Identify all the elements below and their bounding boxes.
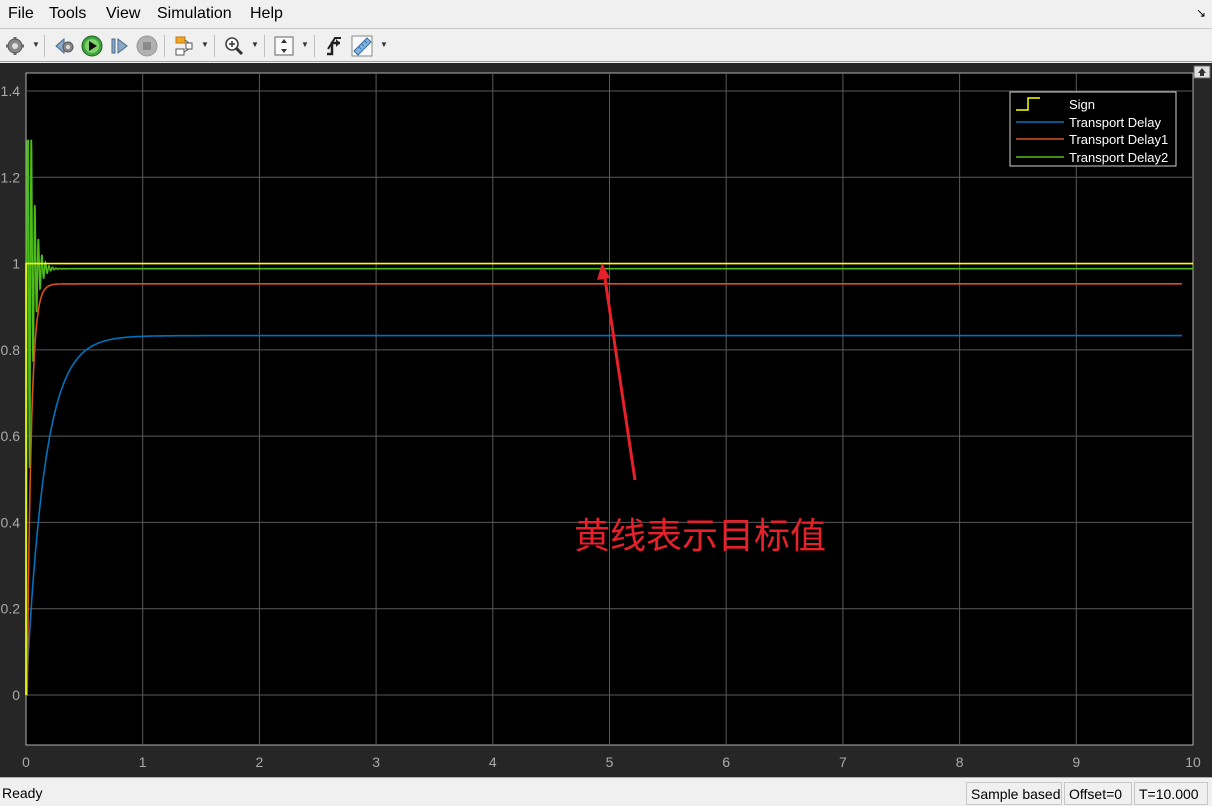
highlight-block-button[interactable] <box>172 34 196 58</box>
y-tick-label: 1 <box>12 256 20 272</box>
step-forward-button[interactable] <box>107 34 131 58</box>
status-text: Ready <box>2 785 43 801</box>
step-back-button[interactable] <box>53 34 77 58</box>
triggers-icon <box>327 37 341 56</box>
x-tick-label: 4 <box>489 754 497 770</box>
y-tick-label: 0 <box>12 687 20 703</box>
legend-label-transport-delay1: Transport Delay1 <box>1069 132 1168 147</box>
config-properties-button[interactable] <box>3 34 27 58</box>
zoom-in-icon <box>225 37 244 56</box>
x-tick-label: 7 <box>839 754 847 770</box>
x-tick-label: 3 <box>372 754 380 770</box>
scale-dropdown-icon[interactable]: ▼ <box>301 40 309 49</box>
expand-axes-button[interactable] <box>1193 65 1211 79</box>
scale-axes-button[interactable] <box>272 34 296 58</box>
offset-indicator: Offset=0 <box>1064 782 1132 805</box>
toolbar: ▼ ▼ ▼ ▼ ▼ <box>0 30 1212 62</box>
x-tick-label: 9 <box>1072 754 1080 770</box>
highlight-model-icon <box>175 36 193 56</box>
scale-axes-icon <box>274 36 294 56</box>
step-forward-icon <box>111 37 128 55</box>
measure-icon <box>351 35 373 57</box>
stop-button[interactable] <box>135 34 159 58</box>
x-tick-label: 1 <box>139 754 147 770</box>
x-tick-label: 0 <box>22 754 30 770</box>
gear-icon <box>6 37 24 55</box>
scope-chart[interactable]: 0 0.2 0.4 0.6 0.8 1 1.2 1.4 0 1 2 3 4 5 6 7 8 9 10 Sign T… <box>0 63 1212 777</box>
y-tick-label: 0.6 <box>1 428 21 444</box>
legend[interactable]: Sign Transport Delay Transport Delay1 Tr… <box>1009 91 1177 167</box>
x-tick-label: 5 <box>606 754 614 770</box>
highlight-dropdown-icon[interactable]: ▼ <box>201 40 209 49</box>
x-tick-label: 10 <box>1185 754 1201 770</box>
scope-display: 0 0.2 0.4 0.6 0.8 1 1.2 1.4 0 1 2 3 4 5 6 7 8 9 10 Sign T… <box>0 63 1212 777</box>
menu-help[interactable]: Help <box>250 5 283 23</box>
y-tick-label: 0.8 <box>1 342 21 358</box>
zoom-dropdown-icon[interactable]: ▼ <box>251 40 259 49</box>
sample-mode-indicator: Sample based <box>966 782 1062 805</box>
toolbar-separator <box>164 35 165 57</box>
x-tick-label: 8 <box>956 754 964 770</box>
step-back-icon <box>55 37 74 55</box>
run-button[interactable] <box>80 34 104 58</box>
status-bar: Ready Sample based Offset=0 T=10.000 <box>0 777 1212 806</box>
legend-label-transport-delay: Transport Delay <box>1069 115 1161 130</box>
toolbar-separator <box>314 35 315 57</box>
measurements-button[interactable] <box>350 34 374 58</box>
menu-tools[interactable]: Tools <box>49 5 86 23</box>
triggers-button[interactable] <box>322 34 346 58</box>
y-tick-label: 1.4 <box>1 83 21 99</box>
x-tick-label: 2 <box>256 754 264 770</box>
y-tick-label: 1.2 <box>1 169 21 185</box>
toolbar-separator <box>264 35 265 57</box>
menu-bar: File Tools View Simulation Help ↘ <box>0 0 1212 29</box>
toolbar-separator <box>214 35 215 57</box>
y-tick-label: 0.4 <box>1 514 21 530</box>
menu-file[interactable]: File <box>8 5 34 23</box>
y-tick-label: 0.2 <box>1 601 21 617</box>
config-dropdown-icon[interactable]: ▼ <box>32 40 40 49</box>
run-icon <box>81 35 103 57</box>
annotation-text: 黄线表示目标值 <box>574 516 826 557</box>
time-indicator: T=10.000 <box>1134 782 1208 805</box>
zoom-in-button[interactable] <box>222 34 246 58</box>
undock-icon[interactable]: ↘ <box>1196 6 1206 20</box>
stop-icon <box>136 35 158 57</box>
measure-dropdown-icon[interactable]: ▼ <box>380 40 388 49</box>
legend-label-transport-delay2: Transport Delay2 <box>1069 150 1168 165</box>
toolbar-separator <box>44 35 45 57</box>
menu-view[interactable]: View <box>106 5 140 23</box>
legend-label-sign: Sign <box>1069 97 1095 112</box>
x-tick-label: 6 <box>722 754 730 770</box>
menu-simulation[interactable]: Simulation <box>157 5 232 23</box>
